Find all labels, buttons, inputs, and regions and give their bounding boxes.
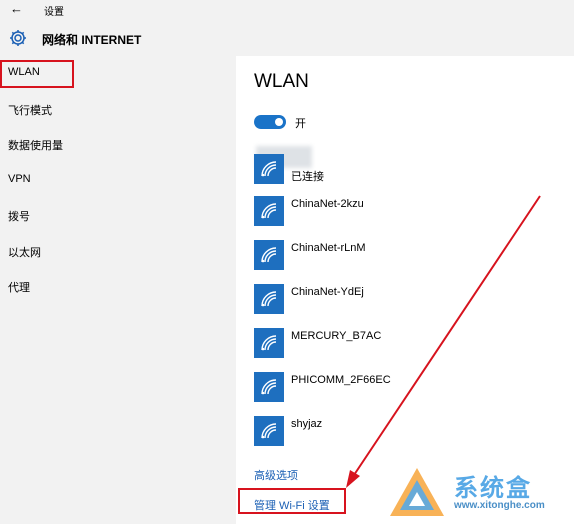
watermark-brand: 系统盒 xyxy=(454,475,532,502)
network-name: PHICOMM_2F66EC xyxy=(291,374,391,386)
wlan-toggle[interactable] xyxy=(254,115,286,129)
sidebar-item-label: 飞行模式 xyxy=(8,105,52,117)
connection-status: 已连接 xyxy=(291,171,324,183)
network-name: MERCURY_B7AC xyxy=(291,330,382,342)
network-item[interactable]: PHICOMM_2F66EC xyxy=(254,372,554,404)
sidebar-item-label: 数据使用量 xyxy=(8,140,63,152)
sidebar-item-label: VPN xyxy=(8,173,31,185)
title-bar: ← 设置 xyxy=(0,0,574,22)
wifi-icon xyxy=(254,372,284,402)
network-name: ChinaNet-YdEj xyxy=(291,286,364,298)
wifi-icon xyxy=(254,154,284,184)
sidebar-item-ethernet[interactable]: 以太网 xyxy=(0,234,236,268)
network-item-connected[interactable]: 已连接 xyxy=(254,154,554,186)
network-item[interactable]: MERCURY_B7AC xyxy=(254,328,554,360)
sidebar: WLAN 飞行模式 数据使用量 VPN 拨号 以太网 代理 xyxy=(0,56,236,524)
app-title: 设置 xyxy=(44,7,64,18)
page-title: WLAN xyxy=(254,71,309,92)
sidebar-item-label: 以太网 xyxy=(8,247,41,259)
wifi-icon xyxy=(254,328,284,358)
toggle-knob xyxy=(275,118,283,126)
network-name: shyjaz xyxy=(291,418,323,430)
sidebar-item-data-usage[interactable]: 数据使用量 xyxy=(0,127,236,161)
watermark: 系统盒 www.xitonghe.com xyxy=(384,462,574,524)
sidebar-item-vpn[interactable]: VPN xyxy=(0,163,236,197)
network-item[interactable]: shyjaz xyxy=(254,416,554,448)
section-title: 网络和 INTERNET xyxy=(42,33,142,47)
sidebar-item-wlan[interactable]: WLAN xyxy=(0,56,236,90)
toggle-state-label: 开 xyxy=(295,118,306,130)
advanced-options-link[interactable]: 高级选项 xyxy=(254,467,298,483)
network-item[interactable]: ChinaNet-2kzu xyxy=(254,196,554,228)
sidebar-item-airplane-mode[interactable]: 飞行模式 xyxy=(0,92,236,126)
wifi-icon xyxy=(254,196,284,226)
sidebar-item-label: 拨号 xyxy=(8,211,30,223)
network-item[interactable]: ChinaNet-rLnM xyxy=(254,240,554,272)
watermark-logo-icon xyxy=(390,468,444,516)
wifi-icon xyxy=(254,284,284,314)
content-panel: WLAN 开 已连接 ChinaNet-2kzu ChinaNet-rLnM C… xyxy=(236,56,574,524)
network-name: ChinaNet-2kzu xyxy=(291,198,364,210)
watermark-url: www.xitonghe.com xyxy=(454,500,545,511)
manage-wifi-highlight xyxy=(238,488,346,514)
gear-icon xyxy=(10,30,26,46)
network-name: ChinaNet-rLnM xyxy=(291,242,366,254)
network-item[interactable]: ChinaNet-YdEj xyxy=(254,284,554,316)
sidebar-item-proxy[interactable]: 代理 xyxy=(0,269,236,303)
sidebar-item-dialup[interactable]: 拨号 xyxy=(0,198,236,232)
sidebar-item-label: WLAN xyxy=(8,66,40,78)
back-arrow-icon[interactable]: ← xyxy=(10,1,23,16)
sidebar-item-label: 代理 xyxy=(8,282,30,294)
wifi-icon xyxy=(254,240,284,270)
wifi-icon xyxy=(254,416,284,446)
